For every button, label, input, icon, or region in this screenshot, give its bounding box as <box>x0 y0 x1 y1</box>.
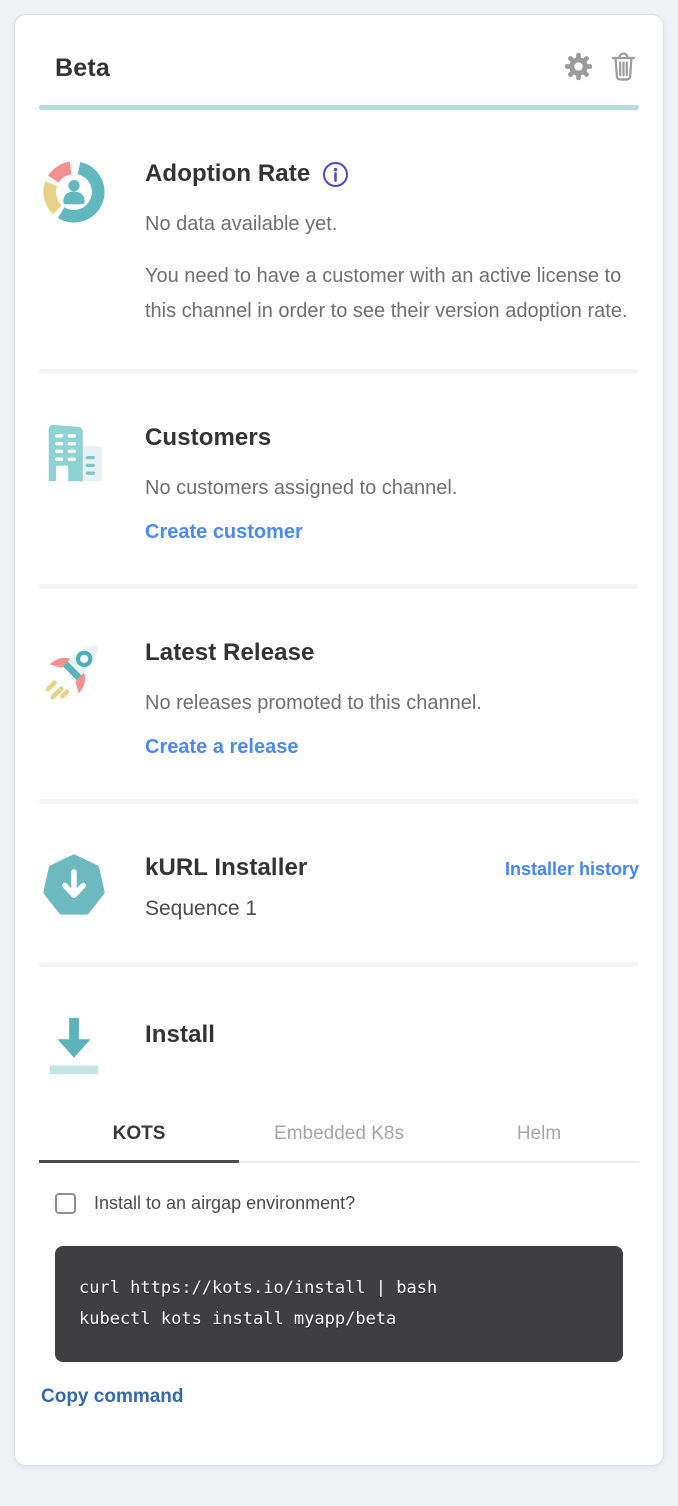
tab-embedded-k8s[interactable]: Embedded K8s <box>239 1113 439 1163</box>
channel-settings-button[interactable] <box>563 51 594 85</box>
section-install: Install KOTS Embedded K8s Helm Install t… <box>15 967 663 1408</box>
tab-kots[interactable]: KOTS <box>39 1113 239 1163</box>
copy-command-link[interactable]: Copy command <box>41 1386 184 1408</box>
section-adoption-rate: Adoption Rate No data available yet. You… <box>15 110 663 369</box>
create-customer-link[interactable]: Create customer <box>145 521 303 544</box>
section-kurl-installer: kURL Installer Installer history Sequenc… <box>15 804 663 962</box>
install-tabs: KOTS Embedded K8s Helm <box>39 1113 639 1163</box>
kurl-body: kURL Installer Installer history Sequenc… <box>145 850 639 922</box>
channel-card: Beta <box>14 14 664 1466</box>
customers-body: Customers No customers assigned to chann… <box>145 420 639 544</box>
adoption-rate-heading: Adoption Rate <box>145 160 310 188</box>
rocket-icon <box>39 635 109 707</box>
heptagon-download-icon <box>39 850 109 922</box>
installer-history-link[interactable]: Installer history <box>505 859 639 880</box>
gear-icon <box>563 51 594 85</box>
kurl-installer-heading: kURL Installer <box>145 854 307 882</box>
install-heading: Install <box>145 1021 215 1049</box>
customers-empty-text: No customers assigned to channel. <box>145 471 639 506</box>
installer-sequence: Sequence 1 <box>145 897 639 921</box>
airgap-label[interactable]: Install to an airgap environment? <box>94 1193 355 1214</box>
release-empty-text: No releases promoted to this channel. <box>145 686 639 721</box>
install-command-code-block: curl https://kots.io/install | bashkubec… <box>55 1246 623 1362</box>
customers-heading: Customers <box>145 424 271 452</box>
delete-channel-button[interactable] <box>610 51 637 85</box>
airgap-checkbox[interactable] <box>55 1193 76 1214</box>
header-actions <box>563 51 637 85</box>
buildings-icon <box>39 420 109 492</box>
adoption-donut-icon <box>39 156 109 228</box>
create-release-link[interactable]: Create a release <box>145 736 298 759</box>
command-line-1: curl https://kots.io/install | bash <box>79 1273 599 1304</box>
trash-icon <box>610 51 637 85</box>
section-latest-release: Latest Release No releases promoted to t… <box>15 589 663 799</box>
latest-release-heading: Latest Release <box>145 639 315 667</box>
airgap-row: Install to an airgap environment? <box>39 1193 639 1214</box>
adoption-empty-title: No data available yet. <box>145 207 639 242</box>
card-header: Beta <box>15 43 663 85</box>
command-line-2: kubectl kots install myapp/beta <box>79 1304 599 1335</box>
info-icon[interactable] <box>322 161 349 188</box>
adoption-empty-description: You need to have a customer with an acti… <box>145 259 639 329</box>
section-customers: Customers No customers assigned to chann… <box>15 374 663 584</box>
adoption-body: Adoption Rate No data available yet. You… <box>145 156 639 329</box>
tab-helm[interactable]: Helm <box>439 1113 639 1163</box>
release-body: Latest Release No releases promoted to t… <box>145 635 639 759</box>
channel-title: Beta <box>55 54 110 83</box>
download-icon <box>39 1011 109 1083</box>
